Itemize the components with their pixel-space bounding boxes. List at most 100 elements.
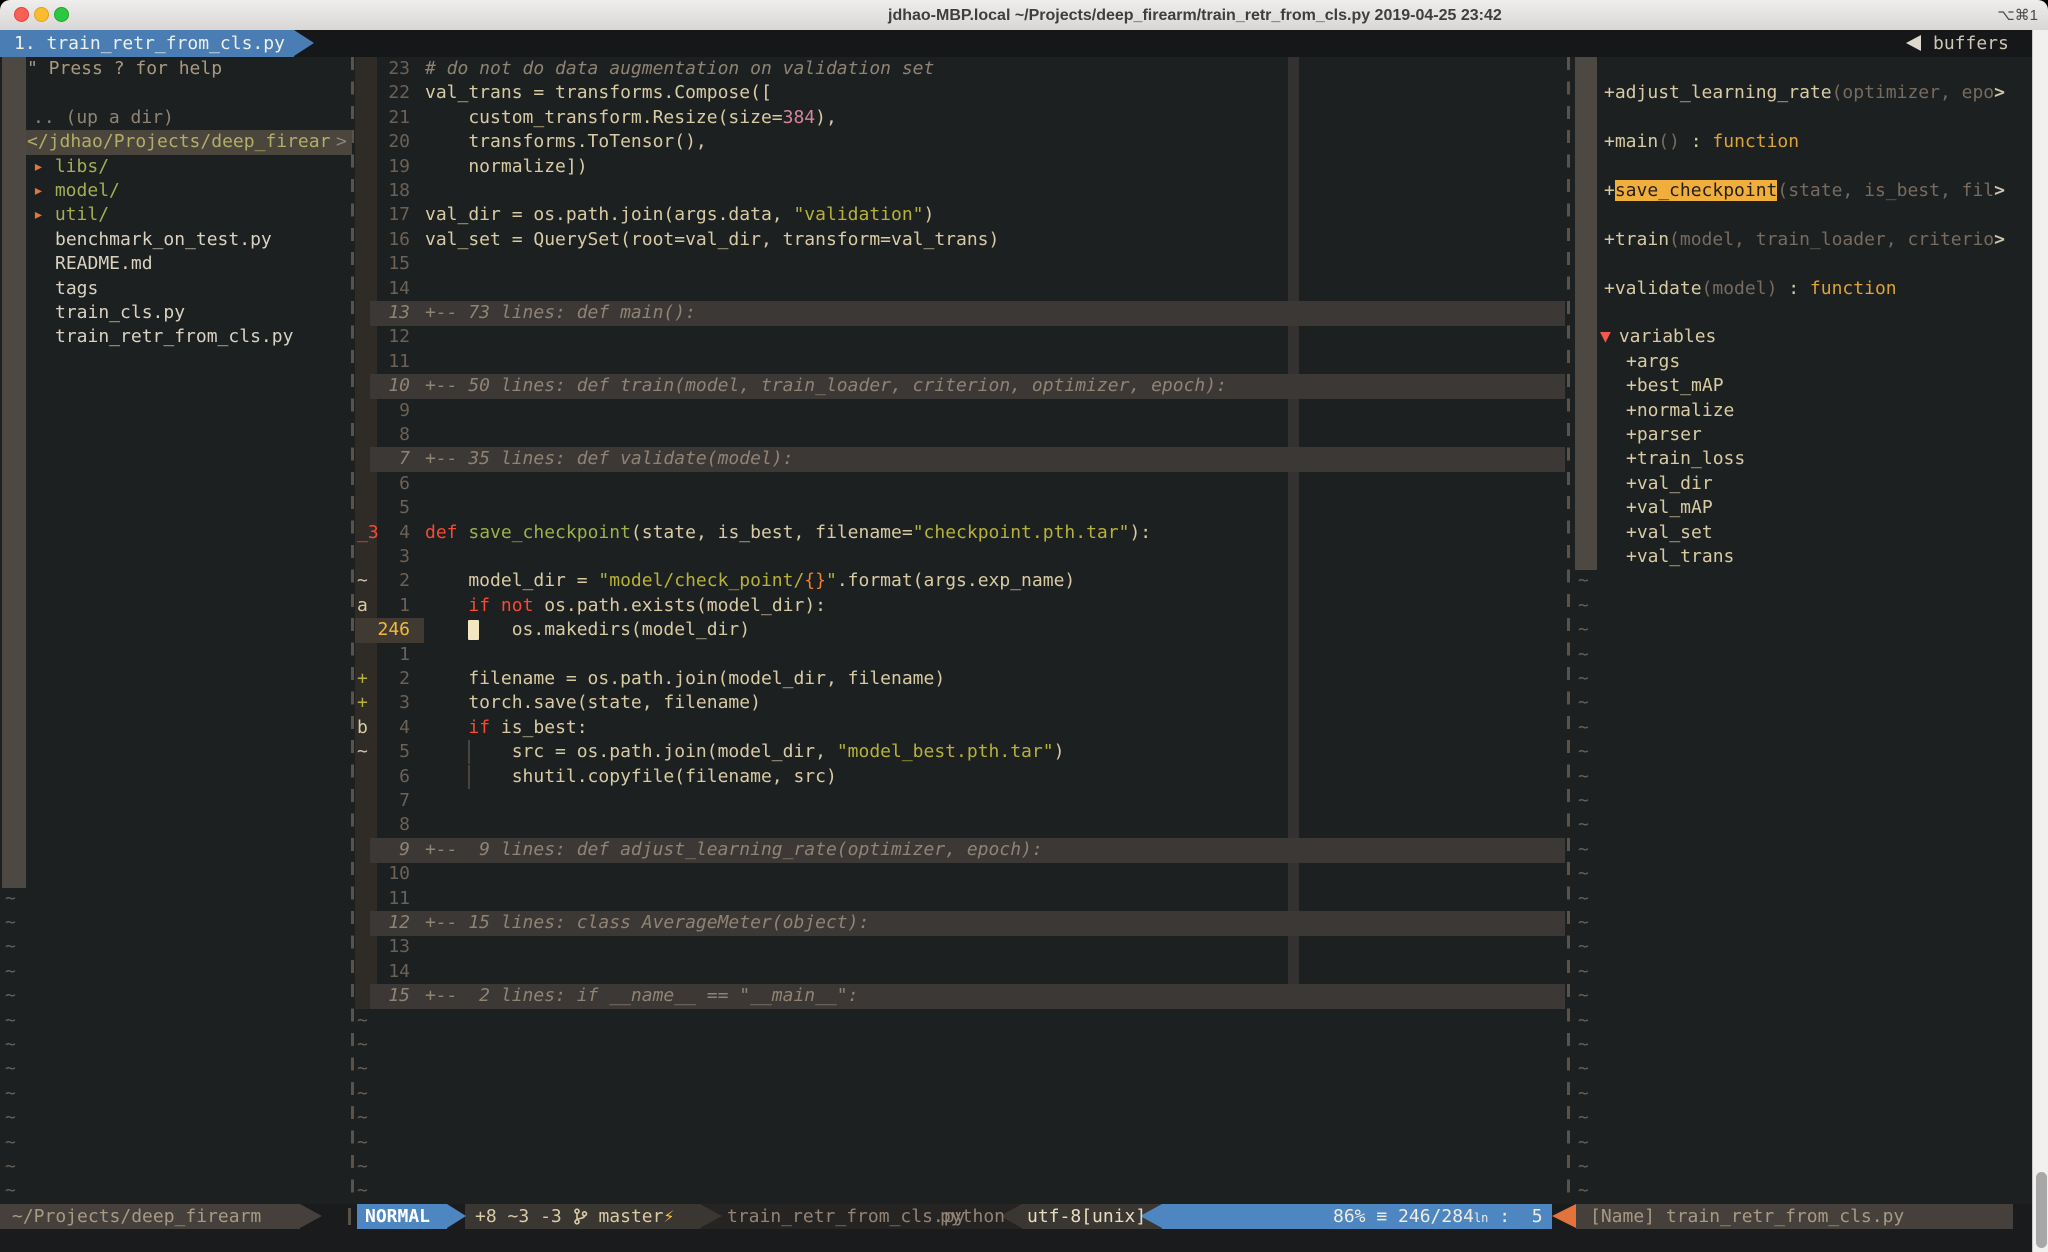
line-number: 8	[368, 423, 410, 448]
tagbar-scrollbar-thumb[interactable]	[1575, 57, 1597, 570]
tagbar-kind-variables[interactable]: ▼variables	[1600, 325, 1716, 350]
nerdtree-file-train_retr_from_clspy[interactable]: train_retr_from_cls.py	[55, 325, 293, 350]
line-number: 3	[368, 545, 410, 570]
tagbar-var-normalize[interactable]: +normalize	[1626, 399, 1734, 424]
folded-code-line[interactable]: +-- 15 lines: class AverageMeter(object)…	[425, 911, 869, 936]
tagbar-var-val_mAP[interactable]: +val_mAP	[1626, 496, 1713, 521]
folded-code-line[interactable]: +-- 9 lines: def adjust_learning_rate(op…	[425, 838, 1043, 863]
gutter-sign: +	[357, 691, 368, 716]
empty-line-tilde: ~	[1578, 765, 1589, 790]
code-line[interactable]: torch.save(state, filename)	[425, 691, 761, 716]
code-line[interactable]: transforms.ToTensor(),	[425, 130, 707, 155]
tagbar-var-val_set[interactable]: +val_set	[1626, 521, 1713, 546]
empty-line-tilde: ~	[1578, 862, 1589, 887]
macvim-window: jdhao-MBP.local ~/Projects/deep_firearm/…	[0, 0, 2048, 1252]
tagbar-var-train_loss[interactable]: +train_loss	[1626, 447, 1745, 472]
fold-line-number: 13	[368, 301, 410, 326]
git-segment: +8 ~3 -3 master⚡	[475, 1204, 674, 1229]
tagbar-var-best_mAP[interactable]: +best_mAP	[1626, 374, 1724, 399]
code-line[interactable]: normalize])	[425, 155, 588, 180]
empty-line-tilde: ~	[5, 1009, 16, 1034]
fold-line-number: 9	[368, 838, 410, 863]
tagbar-tag-adjust_learning_rate[interactable]: +adjust_learning_rate(optimizer, epo>	[1604, 81, 2005, 106]
line-number: 6	[368, 765, 410, 790]
empty-line-tilde: ~	[1578, 935, 1589, 960]
empty-line-tilde: ~	[1578, 984, 1589, 1009]
gutter-sign: ~	[357, 569, 368, 594]
line-number: 23	[368, 57, 410, 82]
code-line[interactable]: def save_checkpoint(state, is_best, file…	[425, 521, 1151, 546]
code-line[interactable]: if not os.path.exists(model_dir):	[425, 594, 826, 619]
nerdtree-file-tags[interactable]: tags	[55, 277, 98, 302]
empty-line-tilde: ~	[5, 935, 16, 960]
empty-line-tilde: ~	[1578, 1082, 1589, 1107]
minimize-button[interactable]	[34, 7, 49, 22]
nerdtree-file-READMEmd[interactable]: README.md	[55, 252, 153, 277]
tagbar-tag-validate[interactable]: +validate(model) : function	[1604, 277, 1897, 302]
empty-line-tilde: ~	[1578, 740, 1589, 765]
fold-line-number: 10	[368, 374, 410, 399]
code-line[interactable]: val_trans = transforms.Compose([	[425, 81, 772, 106]
tagbar-var-args[interactable]: +args	[1626, 350, 1680, 375]
buffers-label: buffers	[1933, 30, 2009, 57]
nerdtree-scrollbar-thumb[interactable]	[2, 57, 26, 888]
tagbar-statusline: [Name] train_retr_from_cls.py	[1590, 1204, 1904, 1229]
mode-indicator: NORMAL	[365, 1204, 430, 1229]
folded-code-line[interactable]: +-- 50 lines: def train(model, train_loa…	[425, 374, 1227, 399]
truncation-marker-icon: >	[336, 130, 347, 155]
macos-scrollbar-track[interactable]	[2032, 30, 2048, 1252]
nerdtree-file-benchmark_on_testpy[interactable]: benchmark_on_test.py	[55, 228, 272, 253]
tagbar-split-separator[interactable]	[1567, 57, 1570, 1204]
code-line[interactable]: val_set = QuerySet(root=val_dir, transfo…	[425, 228, 999, 253]
position-segment: 86% ≡ 246/284ln : 5	[1333, 1204, 1543, 1229]
line-number: 11	[368, 350, 410, 375]
code-line[interactable]: filename = os.path.join(model_dir, filen…	[425, 667, 945, 692]
fold-line-number: 12	[368, 911, 410, 936]
nerdtree-file-train_clspy[interactable]: train_cls.py	[55, 301, 185, 326]
code-line[interactable]: if is_best:	[425, 716, 588, 741]
nerdtree-dir-util[interactable]: ▸util/	[33, 203, 109, 228]
nerdtree-root[interactable]: </jdhao/Projects/deep_firear	[27, 130, 330, 155]
code-line[interactable]: custom_transform.Resize(size=384),	[425, 106, 837, 131]
empty-line-tilde: ~	[1578, 1179, 1589, 1204]
folded-code-line[interactable]: +-- 2 lines: if __name__ == "__main__":	[425, 984, 858, 1009]
code-line[interactable]: model_dir = "model/check_point/{}".forma…	[425, 569, 1075, 594]
tagbar-var-val_trans[interactable]: +val_trans	[1626, 545, 1734, 570]
line-number: 1	[368, 594, 410, 619]
lines-icon: ≡	[1376, 1206, 1387, 1227]
tagbar-tag-main[interactable]: +main() : function	[1604, 130, 1799, 155]
code-line[interactable]: val_dir = os.path.join(args.data, "valid…	[425, 203, 934, 228]
tagbar-var-val_dir[interactable]: +val_dir	[1626, 472, 1713, 497]
empty-line-tilde: ~	[1578, 1057, 1589, 1082]
nerdtree-up-dir[interactable]: .. (up a dir)	[33, 106, 174, 131]
close-button[interactable]	[14, 7, 29, 22]
folded-code-line[interactable]: +-- 73 lines: def main():	[425, 301, 696, 326]
folded-code-line[interactable]: +-- 35 lines: def validate(model):	[425, 447, 793, 472]
line-number: 5	[368, 740, 410, 765]
zoom-button[interactable]	[54, 7, 69, 22]
empty-line-tilde: ~	[1578, 789, 1589, 814]
code-line[interactable]: # do not do data augmentation on validat…	[425, 57, 934, 82]
line-number: 18	[368, 179, 410, 204]
empty-line-tilde: ~	[1578, 838, 1589, 863]
tab-train-retr-from-cls[interactable]: 1. train_retr_from_cls.py	[0, 30, 294, 57]
nerdtree-split-separator[interactable]	[351, 57, 354, 1204]
command-line[interactable]	[0, 1229, 2048, 1252]
git-branch-icon	[573, 1208, 588, 1225]
line-number: 2	[368, 667, 410, 692]
nerdtree-dir-libs[interactable]: ▸libs/	[33, 155, 109, 180]
nerdtree-dir-model[interactable]: ▸model/	[33, 179, 120, 204]
statusline: ~/Projects/deep_firearm NORMAL +8 ~3 -3 …	[0, 1204, 2048, 1229]
tagbar-var-parser[interactable]: +parser	[1626, 423, 1702, 448]
tagbar-tag-train[interactable]: +train(model, train_loader, criterio>	[1604, 228, 2005, 253]
line-number: 14	[368, 277, 410, 302]
buffers-arrow-icon	[1906, 35, 1921, 51]
macos-scrollbar-thumb[interactable]	[2036, 1172, 2047, 1248]
code-line[interactable]: src = os.path.join(model_dir, "model_bes…	[425, 740, 1064, 765]
code-line[interactable]: shutil.copyfile(filename, src)	[425, 765, 837, 790]
powerline-arrow-orange	[1552, 1204, 1576, 1228]
line-number: 7	[368, 789, 410, 814]
empty-line-tilde: ~	[5, 1082, 16, 1107]
line-number: 13	[368, 935, 410, 960]
tagbar-tag-save_checkpoint[interactable]: +save_checkpoint(state, is_best, fil>	[1604, 179, 2005, 204]
